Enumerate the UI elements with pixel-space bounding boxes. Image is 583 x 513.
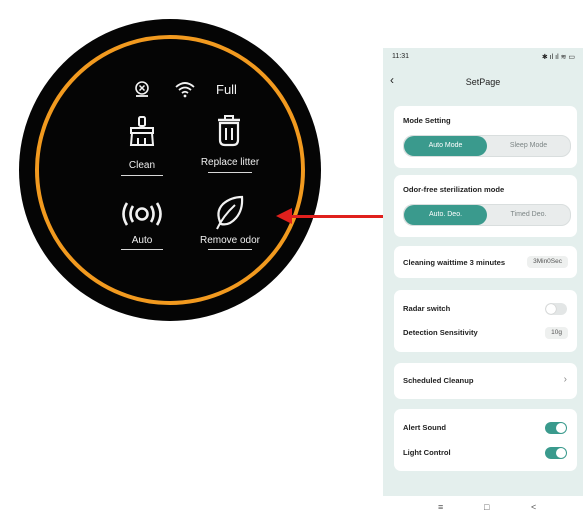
cleaning-wait-label: Cleaning waittime 3 minutes xyxy=(403,258,506,267)
alert-sound-toggle[interactable] xyxy=(545,422,567,434)
mode-setting-card: Mode Setting Auto Mode Sleep Mode xyxy=(394,106,577,168)
litter-status-text: Full xyxy=(216,82,237,97)
pointer-arrow-line xyxy=(290,215,394,218)
chevron-right-icon: › xyxy=(563,374,567,385)
remove-odor-underline xyxy=(208,249,252,250)
odor-mode-card: Odor-free sterilization mode Auto. Deo. … xyxy=(394,175,577,237)
auto-deo-option[interactable]: Auto. Deo. xyxy=(404,205,487,225)
cleaning-wait-card[interactable]: Cleaning waittime 3 minutes 3Min0Sec xyxy=(394,246,577,278)
sleep-mode-option[interactable]: Sleep Mode xyxy=(487,136,570,156)
timed-deo-option[interactable]: Timed Deo. xyxy=(487,205,570,225)
scheduled-cleanup-card[interactable]: Scheduled Cleanup › xyxy=(394,363,577,399)
pointer-arrow-head xyxy=(276,208,292,224)
detection-sensitivity-label: Detection Sensitivity xyxy=(403,328,478,337)
system-back-button[interactable]: < xyxy=(531,502,536,512)
status-icons: ✱ ıl ıl ≋ ▭ xyxy=(541,54,575,61)
wifi-icon xyxy=(175,82,195,98)
phone-screen: 11:31 ✱ ıl ıl ≋ ▭ ‹ SetPage Mode Setting… xyxy=(383,48,583,496)
replace-litter-underline xyxy=(208,172,252,173)
clean-underline xyxy=(121,175,163,176)
detection-sensitivity-value[interactable]: 10g xyxy=(545,327,568,339)
system-home-button[interactable]: □ xyxy=(484,502,489,512)
device-ring xyxy=(35,35,305,305)
replace-litter-button-label[interactable]: Replace litter xyxy=(201,157,259,168)
device-display: Full Clean Replace litter Auto Remove od… xyxy=(19,19,321,321)
radar-card: Radar switch Detection Sensitivity 10g xyxy=(394,290,577,352)
broom-icon[interactable] xyxy=(126,115,158,147)
radar-switch-label: Radar switch xyxy=(403,304,451,313)
radar-icon[interactable] xyxy=(122,200,162,228)
mode-setting-segmented-control: Auto Mode Sleep Mode xyxy=(403,135,571,157)
system-menu-button[interactable]: ≡ xyxy=(438,502,443,512)
odor-mode-segmented-control: Auto. Deo. Timed Deo. xyxy=(403,204,571,226)
status-time: 11:31 xyxy=(392,53,409,60)
trash-can-icon[interactable] xyxy=(215,115,243,147)
cleaning-wait-value[interactable]: 3Min0Sec xyxy=(527,256,568,268)
odor-mode-title: Odor-free sterilization mode xyxy=(403,185,505,194)
alarm-icon xyxy=(135,81,149,97)
clean-button-label[interactable]: Clean xyxy=(129,160,155,171)
nav-bar: ‹ SetPage xyxy=(383,70,583,92)
leaf-icon[interactable] xyxy=(213,194,245,230)
auto-underline xyxy=(121,249,163,250)
remove-odor-button-label[interactable]: Remove odor xyxy=(200,235,260,246)
light-control-label: Light Control xyxy=(403,448,451,457)
page-title: SetPage xyxy=(465,77,501,87)
auto-button-label[interactable]: Auto xyxy=(132,235,153,246)
mode-setting-title: Mode Setting xyxy=(403,116,451,125)
light-control-toggle[interactable] xyxy=(545,447,567,459)
scheduled-cleanup-label: Scheduled Cleanup xyxy=(403,376,474,385)
auto-mode-option[interactable]: Auto Mode xyxy=(404,136,487,156)
status-bar: 11:31 ✱ ıl ıl ≋ ▭ xyxy=(383,48,583,66)
radar-switch-toggle[interactable] xyxy=(545,303,567,315)
alert-sound-label: Alert Sound xyxy=(403,423,447,432)
alerts-card: Alert Sound Light Control xyxy=(394,409,577,471)
